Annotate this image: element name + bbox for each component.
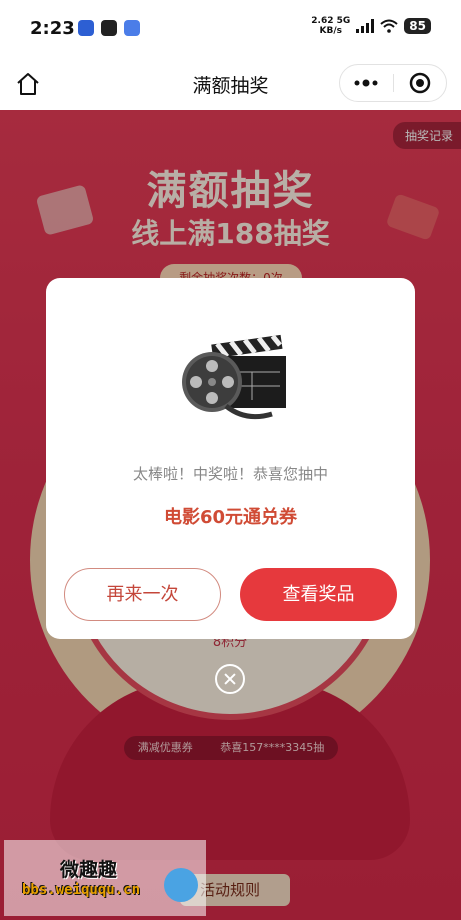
watermark-title: 微趣趣 [60, 859, 118, 881]
browser-icon [124, 20, 140, 36]
mini-program-capsule [339, 64, 447, 102]
close-target-icon [409, 72, 430, 94]
status-right: 2.62 5G KB/s 85 [311, 16, 431, 36]
try-again-button[interactable]: 再来一次 [64, 568, 221, 621]
film-clapper-icon [182, 334, 286, 420]
battery-icon: 85 [404, 18, 431, 34]
more-button[interactable] [340, 65, 393, 101]
wifi-icon [380, 19, 398, 33]
net-speed: 2.62 5G KB/s [311, 16, 350, 36]
prize-name: 电影60元通兑券 [163, 507, 298, 528]
close-circle-icon[interactable] [215, 664, 245, 694]
status-time: 2:23 [30, 18, 75, 39]
qq-icon [101, 20, 117, 36]
net-speed-value: 2.62 [311, 16, 334, 26]
mascot-icon [164, 868, 198, 902]
status-bar: 2:23 2.62 5G KB/s 85 [0, 0, 461, 58]
baidu-icon [78, 20, 94, 36]
view-prize-button[interactable]: 查看奖品 [240, 568, 397, 621]
status-app-icons [78, 20, 140, 36]
net-speed-unit: KB/s [319, 26, 343, 36]
site-watermark: 微趣趣 bbs.weiququ.cn [4, 840, 206, 916]
network-type: 5G [336, 16, 351, 26]
prize-modal: 太棒啦！中奖啦！恭喜您抽中 电影60元通兑券 再来一次 查看奖品 [46, 278, 415, 639]
more-icon [354, 79, 378, 87]
win-message: 太棒啦！中奖啦！恭喜您抽中 [132, 465, 328, 483]
exit-button[interactable] [394, 65, 447, 101]
signal-icon [356, 19, 375, 33]
nav-bar: 满额抽奖 [0, 58, 461, 110]
watermark-url: bbs.weiququ.cn [22, 882, 141, 898]
